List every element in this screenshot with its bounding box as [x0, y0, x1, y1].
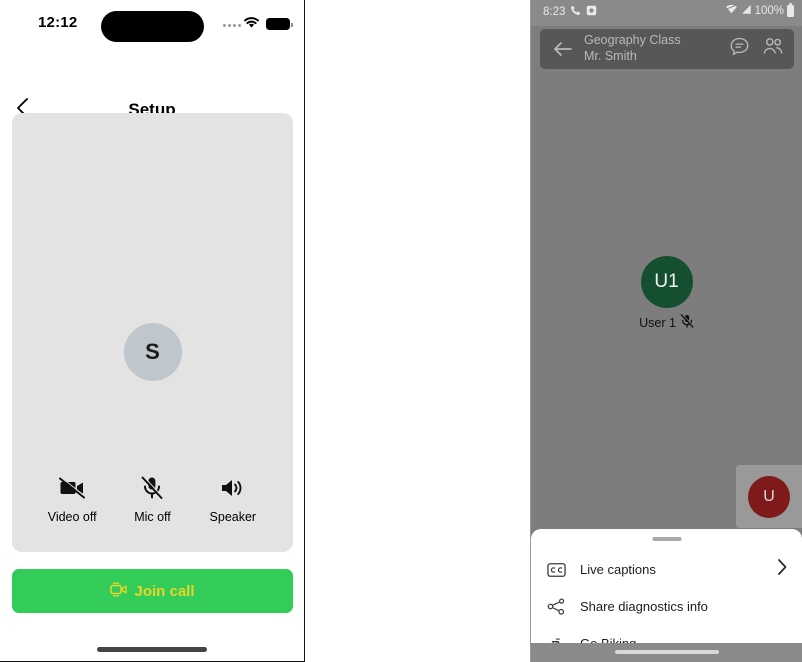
speaker-button[interactable]: Speaker [194, 473, 272, 524]
home-indicator[interactable] [614, 650, 719, 654]
join-call-label: Join call [134, 582, 195, 600]
participant-label: User 1 [639, 313, 695, 331]
ios-nav-bar: Setup [0, 44, 304, 119]
video-off-button[interactable]: Video off [33, 473, 111, 524]
sheet-item-label: Live captions [580, 562, 656, 577]
sheet-drag-handle[interactable] [652, 537, 681, 541]
speaker-label: Speaker [209, 510, 257, 524]
cellular-dots-icon [223, 24, 241, 27]
battery-percent: 100% [754, 5, 784, 17]
chat-icon[interactable] [729, 36, 750, 62]
status-time: 12:12 [38, 14, 78, 31]
right-phone-android: 8:23 100% Geography Class Mr. Smith U1 U… [530, 0, 802, 662]
call-header: Geography Class Mr. Smith [540, 29, 794, 69]
android-nav-bar [531, 643, 802, 662]
sheet-item-live-captions[interactable]: Live captions [531, 551, 802, 588]
video-off-label: Video off [47, 510, 97, 524]
battery-icon [266, 18, 293, 30]
wifi-icon [243, 16, 260, 34]
wifi-icon [724, 4, 738, 18]
signal-icon [741, 4, 752, 18]
avatar: S [123, 323, 182, 381]
speaker-icon [220, 473, 246, 503]
status-time: 8:23 [543, 6, 566, 18]
left-phone-ios: 12:12 Setup S Video off Mic off Speaker … [0, 0, 305, 662]
sheet-item-label: Share diagnostics info [580, 599, 708, 614]
phone-icon [570, 5, 581, 19]
ios-status-bar: 12:12 [0, 0, 304, 44]
mic-off-label: Mic off [134, 510, 171, 524]
meeting-host: Mr. Smith [584, 49, 637, 63]
back-button[interactable] [550, 36, 576, 62]
app-badge-icon [586, 5, 597, 19]
closed-captions-icon [545, 562, 567, 578]
sheet-item-share-diagnostics[interactable]: Share diagnostics info [531, 588, 802, 625]
android-status-bar: 8:23 100% [531, 0, 802, 26]
people-icon[interactable] [762, 36, 784, 62]
call-controls: Video off Mic off Speaker [12, 473, 293, 524]
meeting-title: Geography Class [584, 33, 681, 48]
self-avatar: U [748, 475, 790, 518]
header-text: Geography Class Mr. Smith [584, 33, 729, 64]
mic-off-button[interactable]: Mic off [113, 473, 191, 524]
home-indicator[interactable] [97, 647, 207, 652]
mic-off-icon [680, 313, 695, 331]
share-icon [545, 598, 567, 615]
participant-name: User 1 [639, 315, 676, 330]
self-view-tile[interactable]: U [736, 465, 802, 528]
screenshot-canvas: 12:12 Setup S Video off Mic off Speaker … [0, 0, 802, 662]
video-camera-icon [110, 582, 128, 600]
participant-avatar: U1 [640, 256, 693, 308]
battery-icon [787, 3, 794, 17]
video-off-icon [59, 473, 86, 503]
chevron-right-icon [776, 558, 788, 581]
mic-off-icon [141, 473, 164, 503]
video-preview-panel: S Video off Mic off Speaker [12, 113, 293, 552]
bottom-sheet: Live captions Share diagnostics info [531, 529, 802, 651]
dynamic-island [101, 11, 204, 42]
join-call-button[interactable]: Join call [12, 569, 293, 613]
